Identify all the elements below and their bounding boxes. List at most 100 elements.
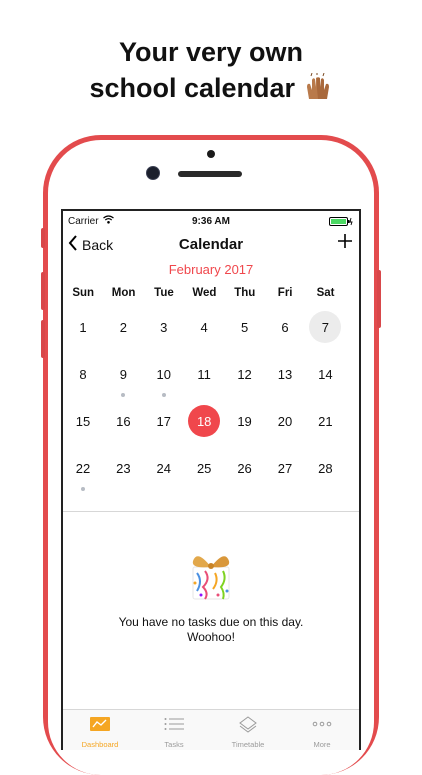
section-divider bbox=[63, 511, 359, 512]
calendar-week-row: 15 16 17 18 19 20 21 bbox=[63, 399, 359, 446]
calendar-day[interactable]: 8 bbox=[63, 352, 103, 399]
calendar-day-number: 16 bbox=[116, 413, 131, 429]
calendar-day-number: 6 bbox=[281, 319, 289, 335]
calendar-day-number: 7 bbox=[309, 311, 342, 343]
calendar-day[interactable]: 12 bbox=[225, 352, 265, 399]
tab-tasks[interactable]: Tasks bbox=[137, 710, 211, 750]
calendar-day[interactable]: 10 bbox=[144, 352, 184, 399]
calendar-day[interactable]: 2 bbox=[103, 305, 143, 352]
party-gift-icon bbox=[181, 547, 241, 607]
more-dots-icon bbox=[285, 716, 359, 732]
headline: Your very own school calendar bbox=[0, 34, 422, 106]
calendar-day-number: 19 bbox=[237, 413, 252, 429]
calendar-day[interactable]: 7 bbox=[305, 305, 345, 352]
headline-line-1: Your very own bbox=[118, 37, 304, 67]
phone-mute-switch bbox=[41, 228, 45, 248]
calendar-day-number: 4 bbox=[200, 319, 208, 335]
phone-volume-up bbox=[41, 272, 45, 310]
calendar-day[interactable]: 19 bbox=[225, 399, 265, 446]
weekday-label: Wed bbox=[192, 287, 217, 299]
calendar-day-number: 18 bbox=[188, 405, 221, 437]
task-indicator-dot bbox=[161, 393, 166, 397]
tab-tasks-label: Tasks bbox=[164, 740, 184, 749]
calendar-day[interactable]: 6 bbox=[265, 305, 305, 352]
calendar-day[interactable]: 24 bbox=[144, 446, 184, 493]
calendar-day-selected[interactable]: 18 bbox=[184, 399, 224, 446]
task-indicator-dot bbox=[121, 393, 126, 397]
calendar-day[interactable]: 16 bbox=[103, 399, 143, 446]
calendar-day[interactable]: 14 bbox=[305, 352, 345, 399]
tab-timetable[interactable]: Timetable bbox=[211, 710, 285, 750]
calendar-day-number: 15 bbox=[75, 413, 91, 429]
calendar-day[interactable]: 21 bbox=[305, 399, 345, 446]
layers-icon bbox=[211, 716, 285, 734]
calendar-day-number: 27 bbox=[277, 460, 293, 476]
tab-dashboard[interactable]: Dashboard bbox=[63, 710, 137, 750]
calendar-day-number: 24 bbox=[156, 460, 172, 476]
status-time: 9:36 AM bbox=[192, 216, 230, 227]
calendar-week-row: 8 9 10 11 12 13 14 bbox=[63, 352, 359, 399]
calendar-day-number: 9 bbox=[119, 366, 127, 382]
weekday-label: Thu bbox=[234, 287, 256, 299]
calendar-day[interactable]: 20 bbox=[265, 399, 305, 446]
calendar-day-number: 26 bbox=[237, 460, 252, 476]
dashboard-icon bbox=[63, 716, 137, 732]
calendar-day-number: 2 bbox=[119, 319, 127, 335]
calendar-day-number: 5 bbox=[240, 319, 249, 335]
page-title: Calendar bbox=[178, 236, 244, 253]
calendar-day[interactable]: 3 bbox=[144, 305, 184, 352]
app-screen: Carrier 9:36 AM Back Calendar February 2… bbox=[61, 209, 361, 750]
weekday-label: Fri bbox=[277, 287, 293, 299]
calendar-day[interactable]: 26 bbox=[225, 446, 265, 493]
calendar-day[interactable]: 27 bbox=[265, 446, 305, 493]
calendar-day-number: 10 bbox=[156, 366, 172, 382]
calendar-day[interactable]: 11 bbox=[184, 352, 224, 399]
calendar-day-number: 11 bbox=[197, 366, 211, 382]
calendar-day-number: 17 bbox=[156, 413, 172, 429]
calendar-day-number: 28 bbox=[318, 460, 333, 476]
calendar-day[interactable]: 28 bbox=[305, 446, 345, 493]
calendar-week-row: 1 2 3 4 5 6 7 bbox=[63, 305, 359, 352]
calendar-day-number: 1 bbox=[79, 319, 87, 335]
add-button[interactable] bbox=[337, 233, 353, 254]
empty-state-line-2: Woohoo! bbox=[187, 630, 235, 644]
task-indicator-dot bbox=[81, 487, 85, 491]
calendar-day[interactable]: 5 bbox=[225, 305, 265, 352]
phone-volume-down bbox=[41, 320, 45, 358]
calendar-day[interactable]: 17 bbox=[144, 399, 184, 446]
status-bar: Carrier 9:36 AM bbox=[63, 211, 359, 231]
phone-speaker bbox=[178, 171, 242, 177]
calendar-day-number: 20 bbox=[277, 413, 293, 429]
calendar-day-number: 22 bbox=[75, 460, 91, 476]
tab-timetable-label: Timetable bbox=[231, 740, 265, 749]
headline-line-2: school calendar bbox=[89, 73, 296, 103]
calendar-day[interactable]: 25 bbox=[184, 446, 224, 493]
calendar-day-number: 25 bbox=[196, 460, 212, 476]
calendar-day-number: 3 bbox=[160, 319, 168, 335]
calendar-day-number: 21 bbox=[318, 413, 333, 429]
tab-more[interactable]: More bbox=[285, 710, 359, 750]
weekday-label: Sat bbox=[316, 287, 335, 299]
calendar-day[interactable]: 13 bbox=[265, 352, 305, 399]
raising-hands-icon bbox=[303, 72, 333, 101]
calendar-day-number: 23 bbox=[116, 460, 131, 476]
empty-state-line-1: You have no tasks due on this day. bbox=[118, 615, 304, 629]
tab-bar: Dashboard Tasks Timetable More bbox=[63, 709, 359, 750]
calendar-day[interactable]: 22 bbox=[63, 446, 103, 493]
calendar-day[interactable]: 9 bbox=[103, 352, 143, 399]
month-label: February 2017 bbox=[168, 262, 254, 277]
calendar-day-number: 12 bbox=[237, 366, 252, 382]
calendar-day[interactable]: 23 bbox=[103, 446, 143, 493]
calendar-day-number: 13 bbox=[277, 366, 293, 382]
calendar-day[interactable]: 4 bbox=[184, 305, 224, 352]
calendar-day[interactable]: 15 bbox=[63, 399, 103, 446]
phone-power-button bbox=[377, 270, 381, 328]
plus-icon bbox=[337, 234, 353, 253]
phone-proximity-sensor bbox=[207, 150, 215, 158]
calendar-day[interactable]: 1 bbox=[63, 305, 103, 352]
weekday-label: Tue bbox=[154, 287, 174, 299]
calendar-day-number: 14 bbox=[318, 366, 333, 382]
calendar-week-row: 22 23 24 25 26 27 28 bbox=[63, 446, 359, 493]
tab-more-label: More bbox=[313, 740, 331, 749]
weekday-header: Sun Mon Tue Wed Thu Fri Sat bbox=[63, 285, 359, 301]
